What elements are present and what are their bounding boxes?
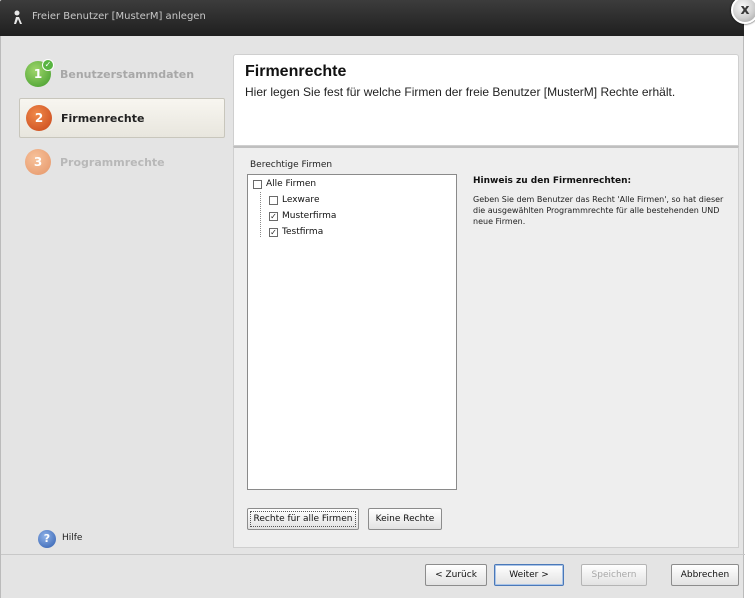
checkbox[interactable] [253, 179, 262, 189]
hint-text: Geben Sie dem Benutzer das Recht 'Alle F… [473, 195, 724, 226]
window-title: Freier Benutzer [MusterM] anlegen [32, 11, 206, 22]
wizard-steps: 1 ✓ Benutzerstammdaten 2 Firmenrechte 3 … [19, 54, 225, 186]
all-rights-button[interactable]: Rechte für alle Firmen [247, 508, 359, 530]
step-label: Benutzerstammdaten [60, 67, 195, 81]
step-firmenrechte[interactable]: 2 Firmenrechte [19, 98, 225, 138]
hint-title: Hinweis zu den Firmenrechten: [473, 176, 632, 186]
checkmark-icon: ✓ [42, 59, 54, 71]
tree-item-alle-firmen[interactable]: Alle Firmen [253, 179, 316, 189]
checkbox[interactable] [269, 195, 278, 205]
page-subtitle: Hier legen Sie fest für welche Firmen de… [245, 85, 676, 99]
tree-item-testfirma[interactable]: ✓ Testfirma [269, 227, 323, 237]
tree-item-musterfirma[interactable]: ✓ Musterfirma [269, 211, 336, 221]
tree-item-label: Musterfirma [282, 211, 337, 221]
back-button[interactable]: < Zurück [425, 564, 487, 586]
step-label: Firmenrechte [61, 111, 145, 125]
no-rights-button[interactable]: Keine Rechte [368, 508, 442, 530]
step-benutzerstammdaten[interactable]: 1 ✓ Benutzerstammdaten [19, 54, 225, 94]
footer-divider [1, 554, 745, 555]
cancel-button[interactable]: Abbrechen [671, 564, 739, 586]
tree-item-lexware[interactable]: Lexware [269, 195, 319, 205]
next-button[interactable]: Weiter > [494, 564, 564, 586]
step-programmrechte[interactable]: 3 Programmrechte [19, 142, 225, 182]
tree-item-label: Alle Firmen [266, 179, 317, 189]
firms-group-label: Berechtige Firmen [250, 160, 333, 170]
page-title: Firmenrechte [245, 63, 347, 80]
page-body: Berechtige Firmen Alle Firmen Lexware ✓ … [233, 146, 739, 548]
checkbox-checked[interactable]: ✓ [269, 227, 278, 237]
step-number-3: 3 [25, 149, 51, 175]
help-link[interactable]: Hilfe [62, 533, 82, 543]
tree-item-label: Lexware [282, 195, 320, 205]
help-icon[interactable]: ? [38, 530, 56, 548]
tree-item-label: Testfirma [282, 227, 324, 237]
save-button[interactable]: Speichern [581, 564, 647, 586]
checkbox-checked[interactable]: ✓ [269, 211, 278, 221]
dialog-frame: 1 ✓ Benutzerstammdaten 2 Firmenrechte 3 … [0, 36, 745, 598]
window-titlebar: Freier Benutzer [MusterM] anlegen [0, 0, 744, 36]
content-panel: Firmenrechte Hier legen Sie fest für wel… [233, 54, 739, 548]
tree-connector [260, 192, 261, 237]
firms-tree[interactable]: Alle Firmen Lexware ✓ Musterfirma ✓ Test… [247, 174, 457, 490]
step-number-2: 2 [26, 105, 52, 131]
page-header: Firmenrechte Hier legen Sie fest für wel… [233, 54, 739, 146]
user-icon [14, 10, 22, 24]
step-label: Programmrechte [60, 155, 165, 169]
